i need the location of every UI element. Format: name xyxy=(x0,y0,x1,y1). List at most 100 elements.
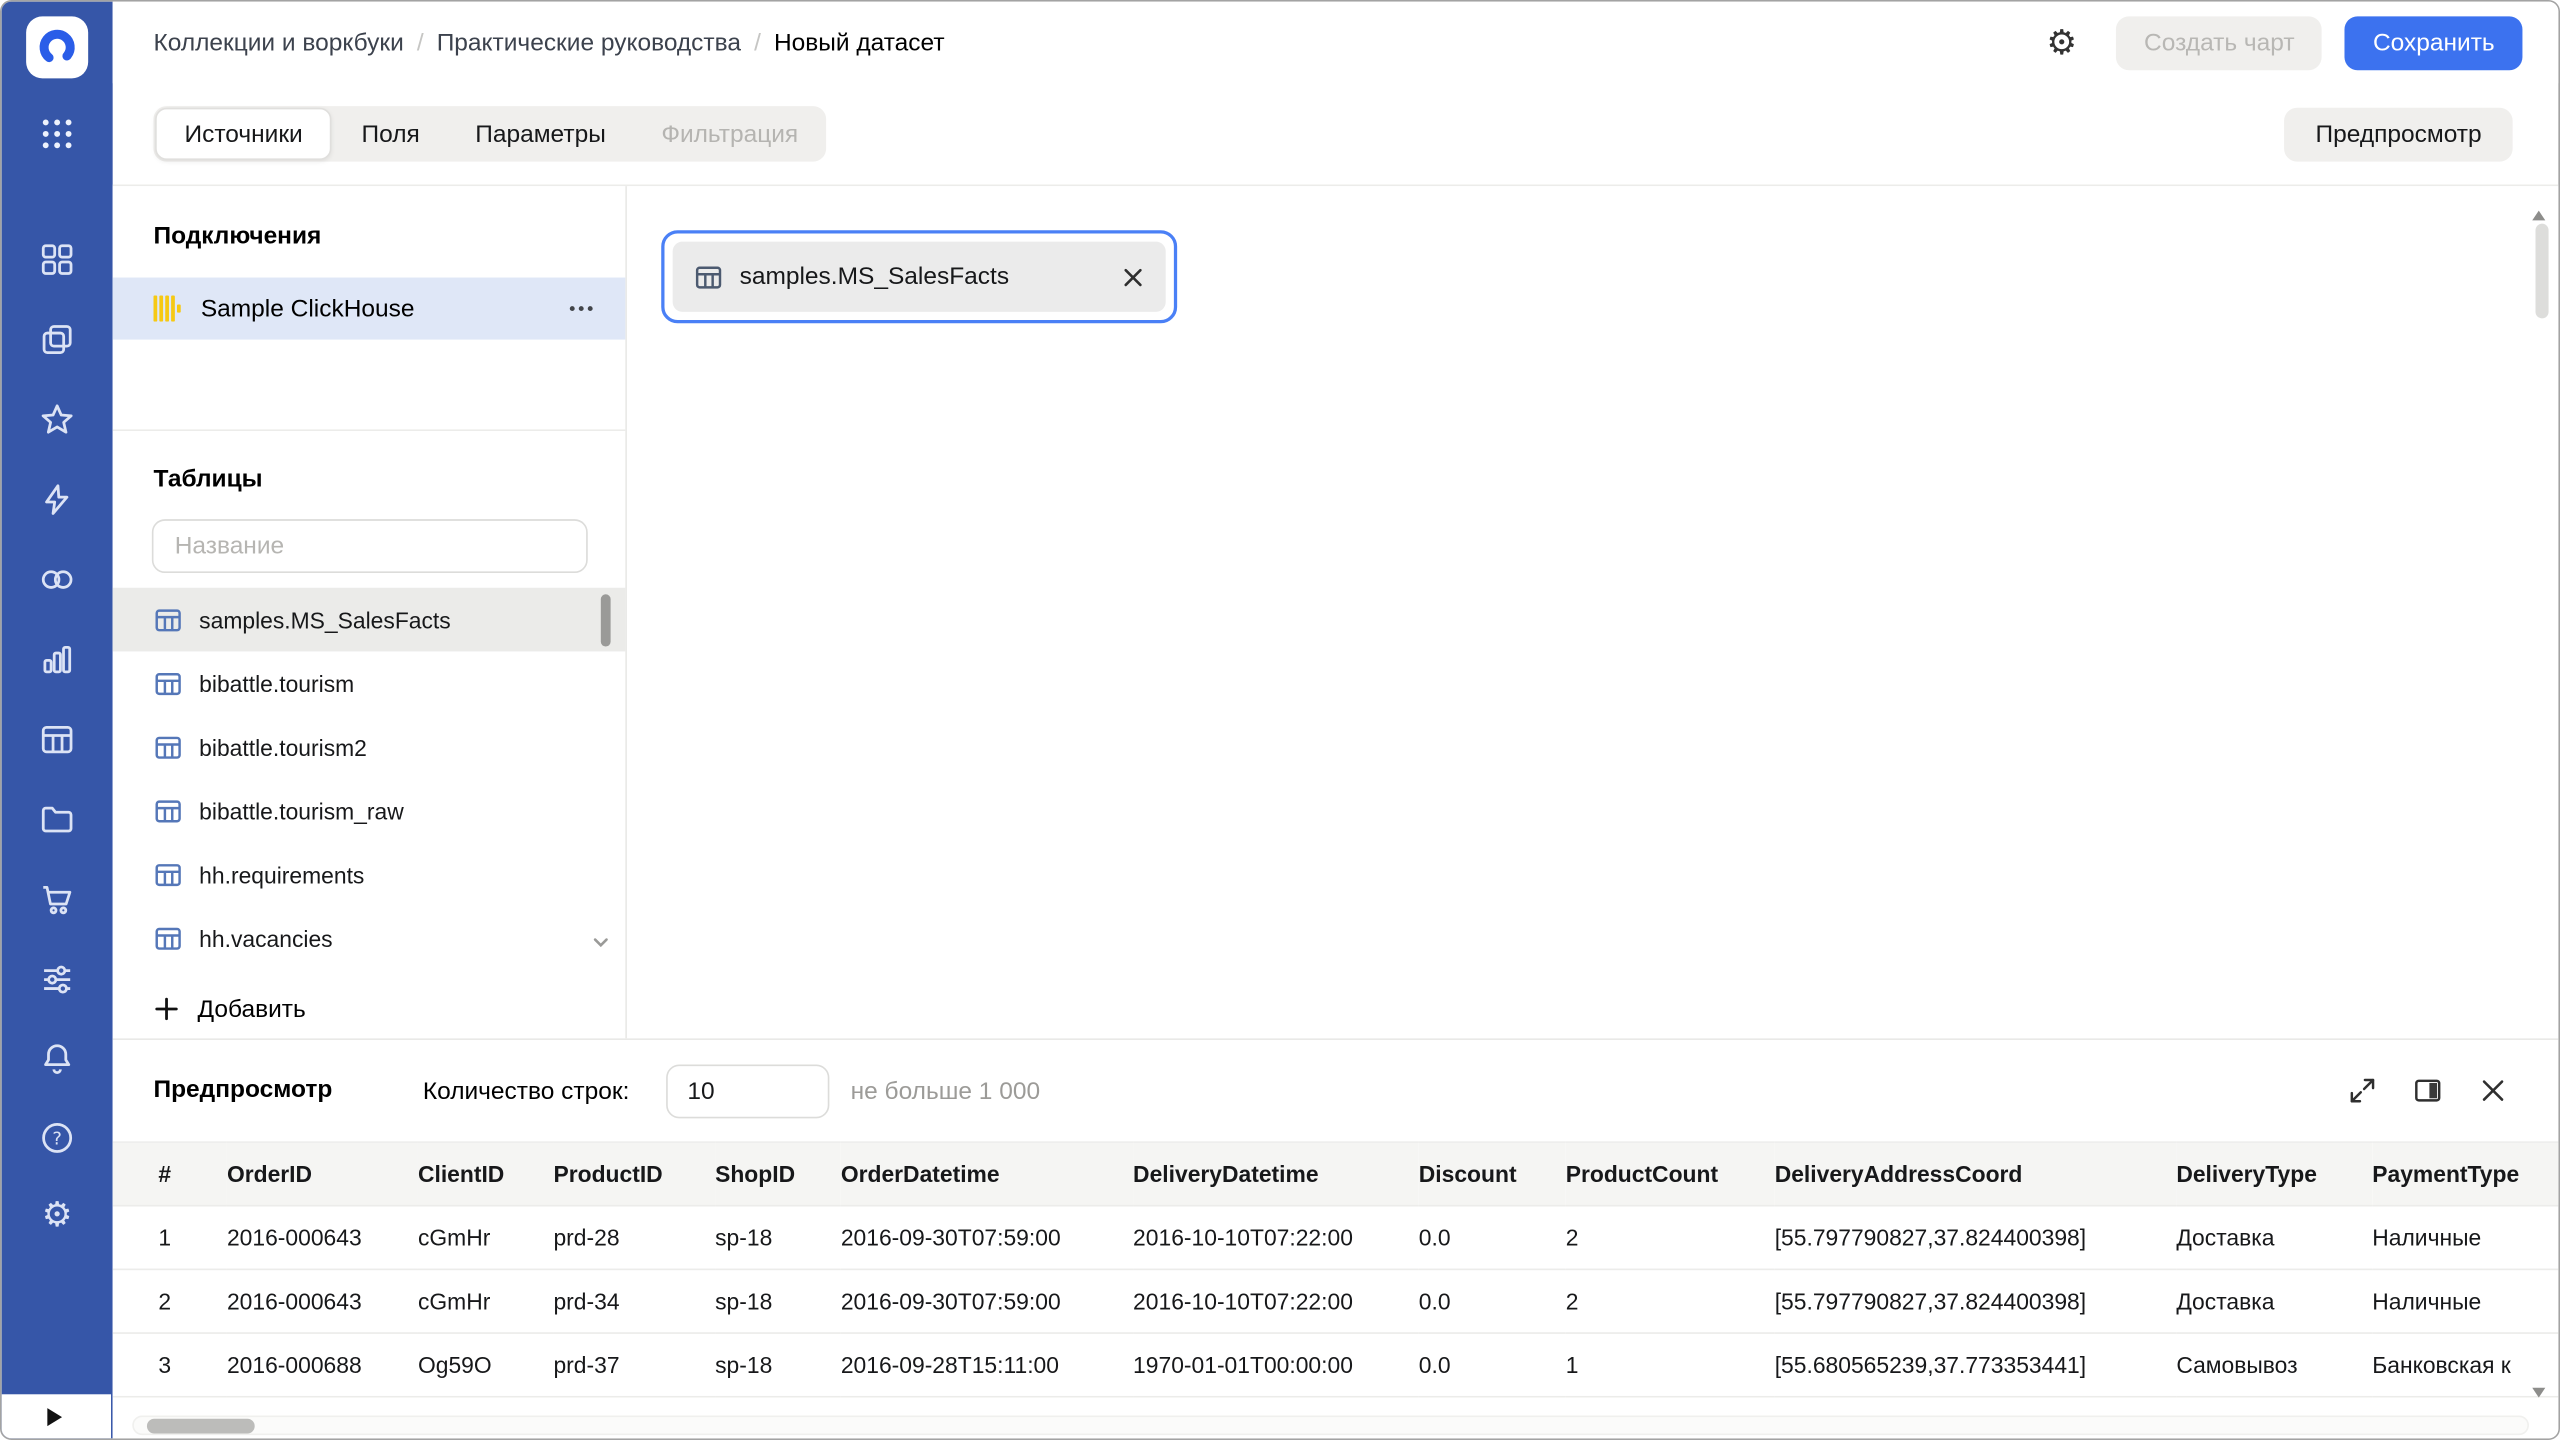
table-cell: 2 xyxy=(1565,1205,1775,1271)
column-header[interactable]: ProductCount xyxy=(1565,1141,1775,1207)
gear-icon[interactable]: ⚙ xyxy=(38,1197,77,1236)
datalens-logo[interactable] xyxy=(26,16,89,79)
table-grid-icon[interactable] xyxy=(38,720,77,759)
table-name: bibattle.tourism2 xyxy=(199,733,367,760)
bolt-icon[interactable] xyxy=(38,480,77,519)
breadcrumb-collections[interactable]: Коллекции и воркбуки xyxy=(153,29,403,57)
preview-panel: Предпросмотр Количество строк: не больше… xyxy=(112,1038,2559,1439)
table-list-item[interactable]: bibattle.tourism2 xyxy=(113,715,626,779)
expand-icon[interactable] xyxy=(2346,1074,2379,1107)
table-list-item[interactable]: samples.MS_SalesFacts xyxy=(112,587,626,652)
column-header[interactable]: ClientID xyxy=(417,1141,554,1207)
tables-list: samples.MS_SalesFacts bibattle.tourism b… xyxy=(112,587,626,970)
table-cell: 2 xyxy=(1565,1269,1775,1334)
table-cell: cGmHr xyxy=(417,1269,554,1334)
dataset-table-chip[interactable]: samples.MS_SalesFacts xyxy=(661,230,1178,324)
plus-icon xyxy=(153,996,179,1022)
collapse-sidebar-button[interactable] xyxy=(1,1394,112,1439)
row-count-hint: не больше 1 000 xyxy=(850,1077,1041,1106)
scroll-up-icon[interactable] xyxy=(2531,201,2547,221)
folder-icon[interactable] xyxy=(38,800,77,839)
tables-list-scrollbar[interactable] xyxy=(600,594,611,647)
table-list-item[interactable]: bibattle.tourism_raw xyxy=(113,779,626,843)
connection-item[interactable]: Sample ClickHouse xyxy=(112,277,626,340)
tab-sources[interactable]: Источники xyxy=(155,107,333,160)
tab-parameters[interactable]: Параметры xyxy=(447,106,633,162)
apps-grid-icon[interactable] xyxy=(2,116,113,152)
table-name: samples.MS_SalesFacts xyxy=(199,606,451,633)
rail-nav xyxy=(2,240,113,1040)
save-button[interactable]: Сохранить xyxy=(2345,15,2523,70)
top-header: Коллекции и воркбуки / Практические руко… xyxy=(112,1,2559,84)
table-search-input[interactable] xyxy=(151,519,588,574)
table-list-item[interactable]: bibattle.tourism xyxy=(113,651,626,715)
preview-table-body: 1 2016-000643 cGmHr prd-28 sp-18 2016-09-30T0… xyxy=(112,1205,2559,1398)
table-name: hh.vacancies xyxy=(199,924,333,952)
cart-icon[interactable] xyxy=(38,880,77,919)
column-header[interactable]: Discount xyxy=(1418,1141,1566,1207)
row-count-input[interactable] xyxy=(666,1064,830,1119)
column-header[interactable]: DeliveryType xyxy=(2176,1141,2373,1207)
table-cell: Доставка xyxy=(2176,1205,2373,1271)
table-cell: [55.797790827,37.824400398] xyxy=(1774,1269,2177,1334)
table-list-item[interactable]: hh.vacancies xyxy=(113,906,626,970)
table-cell: Доставка xyxy=(2176,1269,2373,1334)
table-icon xyxy=(153,923,182,952)
circles-icon[interactable] xyxy=(38,560,77,599)
column-header[interactable]: OrderDatetime xyxy=(840,1141,1134,1207)
more-menu-icon[interactable] xyxy=(567,304,596,314)
create-chart-button[interactable]: Создать чарт xyxy=(2116,15,2323,70)
horizontal-scrollbar-thumb[interactable] xyxy=(146,1418,255,1434)
breadcrumb: Коллекции и воркбуки / Практические руко… xyxy=(153,29,2046,57)
panel-divider xyxy=(112,429,626,432)
bell-icon[interactable] xyxy=(38,1040,77,1079)
preview-table: # OrderID ClientID ProductID ShopID OrderDate… xyxy=(112,1141,2559,1398)
table-cell: 2016-09-30T07:59:00 xyxy=(840,1269,1134,1334)
star-icon[interactable] xyxy=(38,400,77,439)
table-cell: Наличные xyxy=(2372,1269,2559,1334)
table-cell: 2016-000643 xyxy=(226,1205,418,1271)
chip-table-name: samples.MS_SalesFacts xyxy=(739,262,1010,291)
table-cell: prd-28 xyxy=(553,1205,716,1271)
row-count-label: Количество строк: xyxy=(422,1077,630,1106)
scroll-down-icon[interactable] xyxy=(2531,1378,2547,1398)
grid-icon[interactable] xyxy=(38,240,77,279)
table-list-item[interactable]: hh.requirements xyxy=(113,842,626,906)
table-cell: Og59O xyxy=(417,1333,554,1398)
layers-icon[interactable] xyxy=(38,320,77,359)
preview-actions xyxy=(2346,1074,2509,1107)
breadcrumb-current: Новый датасет xyxy=(773,28,945,57)
column-header[interactable]: DeliveryAddressCoord xyxy=(1774,1141,2177,1207)
column-header[interactable]: ShopID xyxy=(715,1141,841,1207)
column-header[interactable]: OrderID xyxy=(226,1141,418,1207)
table-cell: sp-18 xyxy=(715,1269,841,1334)
horizontal-scrollbar[interactable] xyxy=(132,1415,2529,1436)
rail-bottom: ? ⚙ xyxy=(2,1040,113,1275)
preview-toggle-button[interactable]: Предпросмотр xyxy=(2284,106,2513,161)
table-cell: 0.0 xyxy=(1418,1269,1566,1334)
breadcrumb-folder[interactable]: Практические руководства xyxy=(437,29,741,57)
split-view-icon[interactable] xyxy=(2411,1074,2444,1107)
tables-title: Таблицы xyxy=(153,465,263,494)
column-header[interactable]: # xyxy=(112,1141,227,1207)
tables-scroll-down-icon[interactable] xyxy=(589,931,612,954)
remove-table-icon[interactable] xyxy=(1122,265,1145,288)
bar-chart-icon[interactable] xyxy=(38,640,77,679)
vertical-scrollbar-thumb[interactable] xyxy=(2535,223,2549,319)
table-cell: Наличные xyxy=(2372,1205,2559,1271)
table-cell: 0.0 xyxy=(1418,1205,1566,1271)
column-header[interactable]: PaymentType xyxy=(2372,1141,2559,1207)
close-preview-icon[interactable] xyxy=(2477,1074,2510,1107)
sources-side-panel: Подключения Sample ClickHouse Таблицы На… xyxy=(112,186,627,1039)
column-header[interactable]: ProductID xyxy=(553,1141,716,1207)
add-table-button[interactable]: Добавить xyxy=(153,981,306,1037)
tune-icon[interactable] xyxy=(38,960,77,999)
connection-name: Sample ClickHouse xyxy=(200,294,415,323)
breadcrumb-separator: / xyxy=(416,28,424,57)
tab-fields[interactable]: Поля xyxy=(334,106,448,162)
dataset-settings-gear-icon[interactable]: ⚙ xyxy=(2046,25,2077,59)
tab-filtering[interactable]: Фильтрация xyxy=(634,106,826,162)
help-icon[interactable]: ? xyxy=(38,1118,77,1157)
column-header[interactable]: DeliveryDatetime xyxy=(1133,1141,1419,1207)
table-cell: prd-34 xyxy=(553,1269,716,1334)
